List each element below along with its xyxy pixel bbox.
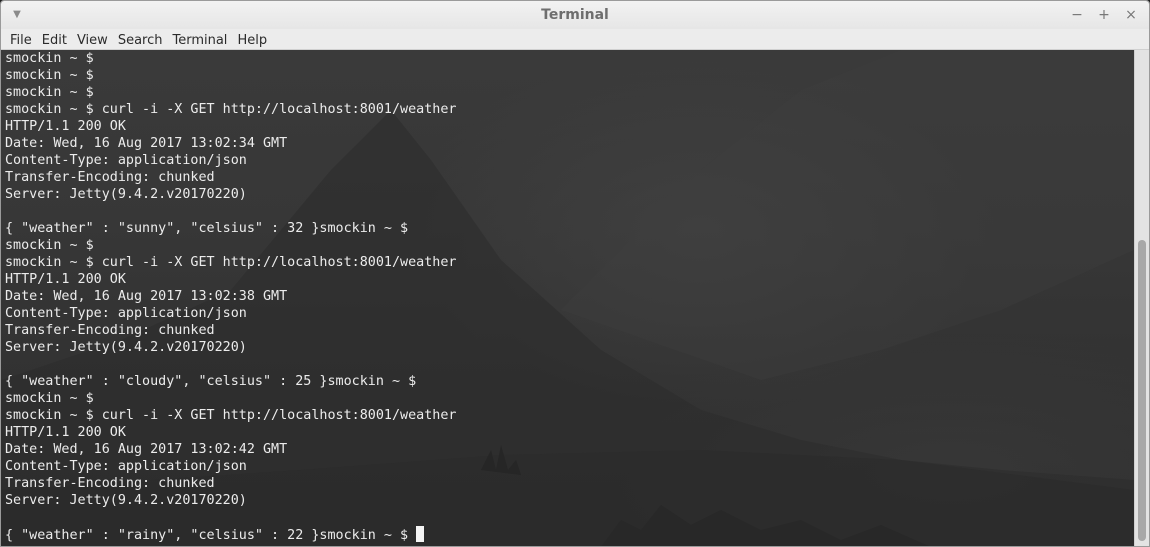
menu-item-view[interactable]: View bbox=[72, 31, 113, 51]
text-cursor bbox=[416, 526, 425, 542]
terminal-window: ▼ Terminal − + × File Edit View Search Termi… bbox=[0, 0, 1150, 547]
menu-items: File Edit View Search Terminal Help bbox=[5, 29, 272, 51]
terminal-line: Date: Wed, 16 Aug 2017 13:02:34 GMT bbox=[5, 135, 456, 152]
terminal-output-area[interactable]: smockin ~ $ smockin ~ $ smockin ~ $ smockin… bbox=[1, 50, 1134, 546]
terminal-line-text: Content-Type: application/json bbox=[5, 459, 247, 474]
menu-item-help[interactable]: Help bbox=[232, 31, 272, 51]
terminal-line-text: HTTP/1.1 200 OK bbox=[5, 119, 126, 134]
terminal-line: Transfer-Encoding: chunked bbox=[5, 475, 456, 492]
terminal-line: Server: Jetty(9.4.2.v20170220) bbox=[5, 492, 456, 509]
terminal-line-text: smockin ~ $ bbox=[5, 238, 94, 253]
terminal-line-text: smockin ~ $ bbox=[5, 51, 94, 66]
terminal-line: Transfer-Encoding: chunked bbox=[5, 169, 456, 186]
terminal-line: HTTP/1.1 200 OK bbox=[5, 271, 456, 288]
terminal-line-text: Date: Wed, 16 Aug 2017 13:02:34 GMT bbox=[5, 136, 288, 151]
terminal-line: smockin ~ $ bbox=[5, 390, 456, 407]
terminal-line: { "weather" : "cloudy", "celsius" : 25 }… bbox=[5, 373, 456, 390]
minimize-icon[interactable]: − bbox=[1069, 7, 1085, 23]
close-icon[interactable]: × bbox=[1123, 7, 1139, 23]
terminal-line-text: Transfer-Encoding: chunked bbox=[5, 323, 215, 338]
terminal-line-text: Server: Jetty(9.4.2.v20170220) bbox=[5, 187, 247, 202]
terminal-line: smockin ~ $ bbox=[5, 237, 456, 254]
scrollbar-thumb[interactable] bbox=[1138, 240, 1146, 541]
terminal-line-text: HTTP/1.1 200 OK bbox=[5, 272, 126, 287]
terminal-line-text: smockin ~ $ bbox=[5, 391, 94, 406]
terminal-line-text: { "weather" : "cloudy", "celsius" : 25 }… bbox=[5, 374, 417, 389]
terminal-line-text: smockin ~ $ bbox=[5, 85, 94, 100]
terminal-line-text: Content-Type: application/json bbox=[5, 306, 247, 321]
terminal-line-text: Transfer-Encoding: chunked bbox=[5, 476, 215, 491]
menu-item-terminal[interactable]: Terminal bbox=[167, 31, 232, 51]
terminal-line-text: HTTP/1.1 200 OK bbox=[5, 425, 126, 440]
menu-bar: File Edit View Search Terminal Help bbox=[1, 29, 1149, 50]
terminal-line-text: Date: Wed, 16 Aug 2017 13:02:42 GMT bbox=[5, 442, 288, 457]
terminal-line-text: Transfer-Encoding: chunked bbox=[5, 170, 215, 185]
terminal-line: { "weather" : "sunny", "celsius" : 32 }s… bbox=[5, 220, 456, 237]
menu-item-edit[interactable]: Edit bbox=[37, 31, 72, 51]
terminal-line-text: { "weather" : "sunny", "celsius" : 32 }s… bbox=[5, 221, 409, 236]
title-bar[interactable]: ▼ Terminal − + × bbox=[1, 1, 1149, 30]
terminal-line: Transfer-Encoding: chunked bbox=[5, 322, 456, 339]
terminal-line: smockin ~ $ bbox=[5, 67, 456, 84]
terminal-line-text: Date: Wed, 16 Aug 2017 13:02:38 GMT bbox=[5, 289, 288, 304]
terminal-line-text: smockin ~ $ curl -i -X GET http://localh… bbox=[5, 408, 457, 423]
terminal-line-text: smockin ~ $ curl -i -X GET http://localh… bbox=[5, 255, 457, 270]
terminal-line-text: smockin ~ $ curl -i -X GET http://localh… bbox=[5, 102, 457, 117]
terminal-line: smockin ~ $ curl -i -X GET http://localh… bbox=[5, 101, 456, 118]
terminal-line: { "weather" : "rainy", "celsius" : 22 }s… bbox=[5, 526, 456, 543]
maximize-icon[interactable]: + bbox=[1096, 7, 1112, 23]
terminal-line: Content-Type: application/json bbox=[5, 458, 456, 475]
window-title: Terminal bbox=[541, 7, 609, 23]
terminal-line: smockin ~ $ curl -i -X GET http://localh… bbox=[5, 254, 456, 271]
terminal-line-text: Server: Jetty(9.4.2.v20170220) bbox=[5, 493, 247, 508]
terminal-line: smockin ~ $ bbox=[5, 84, 456, 101]
terminal-line: Server: Jetty(9.4.2.v20170220) bbox=[5, 186, 456, 203]
terminal-text[interactable]: smockin ~ $ smockin ~ $ smockin ~ $ smockin… bbox=[5, 50, 456, 543]
terminal-line-text: smockin ~ $ bbox=[5, 68, 94, 83]
vertical-scrollbar[interactable] bbox=[1134, 50, 1149, 546]
terminal-line: HTTP/1.1 200 OK bbox=[5, 424, 456, 441]
terminal-line: smockin ~ $ bbox=[5, 50, 456, 67]
terminal-line: Server: Jetty(9.4.2.v20170220) bbox=[5, 339, 456, 356]
menu-item-search[interactable]: Search bbox=[113, 31, 168, 51]
terminal-line-text: Content-Type: application/json bbox=[5, 153, 247, 168]
terminal-line-text: { "weather" : "rainy", "celsius" : 22 }s… bbox=[5, 528, 417, 543]
terminal-line: Date: Wed, 16 Aug 2017 13:02:38 GMT bbox=[5, 288, 456, 305]
menu-item-file[interactable]: File bbox=[5, 31, 37, 51]
terminal-line-text: Server: Jetty(9.4.2.v20170220) bbox=[5, 340, 247, 355]
terminal-line: Content-Type: application/json bbox=[5, 152, 456, 169]
terminal-line: Content-Type: application/json bbox=[5, 305, 456, 322]
terminal-line: smockin ~ $ curl -i -X GET http://localh… bbox=[5, 407, 456, 424]
terminal-line: HTTP/1.1 200 OK bbox=[5, 118, 456, 135]
terminal-line: Date: Wed, 16 Aug 2017 13:02:42 GMT bbox=[5, 441, 456, 458]
